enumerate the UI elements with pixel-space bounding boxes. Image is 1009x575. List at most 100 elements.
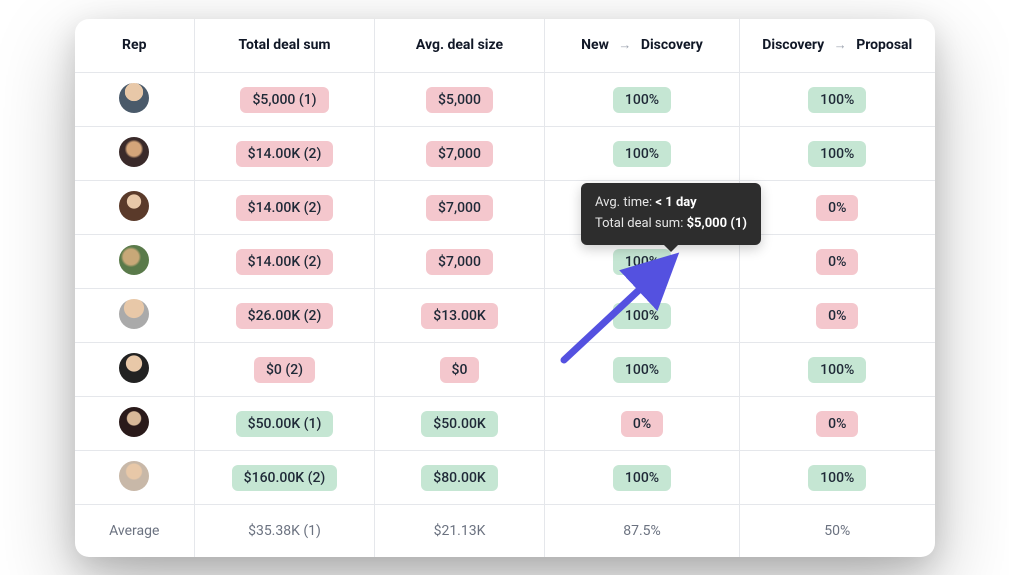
cell-stage2[interactable]: 100% (740, 343, 935, 397)
cell-rep[interactable] (75, 127, 195, 181)
cell-rep[interactable] (75, 397, 195, 451)
cell-stage2[interactable]: 0% (740, 235, 935, 289)
metric-pill[interactable]: 100% (808, 357, 866, 383)
report-table: Rep Total deal sum Avg. deal size New → … (75, 19, 935, 557)
metric-pill[interactable]: $80.00K (421, 465, 498, 491)
metric-pill[interactable]: 0% (816, 411, 858, 437)
table-row: $0 (2) $0 100% 100% (75, 343, 935, 397)
cell-stage2[interactable]: 0% (740, 289, 935, 343)
column-header-stage2[interactable]: Discovery → Proposal (740, 19, 935, 73)
cell-stage2[interactable]: 0% (740, 397, 935, 451)
cell-rep[interactable] (75, 451, 195, 505)
table-row: $14.00K (2) $7,000 100% 0% (75, 235, 935, 289)
cell-total-sum[interactable]: $14.00K (2) (195, 181, 375, 235)
cell-total-sum[interactable]: $26.00K (2) (195, 289, 375, 343)
metric-pill[interactable]: $0 (440, 357, 480, 383)
metric-pill[interactable]: $50.00K (421, 411, 498, 437)
cell-total-sum[interactable]: $14.00K (2) (195, 235, 375, 289)
cell-rep[interactable] (75, 181, 195, 235)
column-header-avg-size[interactable]: Avg. deal size (375, 19, 545, 73)
stage1-from-label: New (581, 37, 609, 53)
metric-pill[interactable]: $7,000 (426, 195, 493, 221)
metric-pill[interactable]: 100% (808, 465, 866, 491)
cell-total-sum[interactable]: $160.00K (2) (195, 451, 375, 505)
cell-rep[interactable] (75, 73, 195, 127)
column-header-rep[interactable]: Rep (75, 19, 195, 73)
cell-avg-size[interactable]: $7,000 (375, 235, 545, 289)
tooltip-avg-time-value: < 1 day (655, 195, 696, 210)
cell-total-sum[interactable]: $14.00K (2) (195, 127, 375, 181)
metric-pill[interactable]: $0 (2) (254, 357, 315, 383)
cell-tooltip: Avg. time: < 1 day Total deal sum: $5,00… (581, 183, 761, 245)
cell-rep[interactable] (75, 343, 195, 397)
cell-avg-size[interactable]: $7,000 (375, 181, 545, 235)
cell-avg-size[interactable]: $0 (375, 343, 545, 397)
table-row: $14.00K (2) $7,000 100% 100% (75, 127, 935, 181)
avatar[interactable] (119, 461, 149, 491)
metric-pill[interactable]: $14.00K (2) (236, 141, 334, 167)
cell-stage1[interactable]: 100% (545, 73, 740, 127)
tooltip-total-sum-label: Total deal sum: (595, 216, 687, 231)
metric-pill[interactable]: 0% (816, 303, 858, 329)
metric-pill[interactable]: $26.00K (2) (236, 303, 334, 329)
footer-label: Average (75, 505, 195, 557)
cell-avg-size[interactable]: $13.00K (375, 289, 545, 343)
cell-total-sum[interactable]: $0 (2) (195, 343, 375, 397)
cell-avg-size[interactable]: $50.00K (375, 397, 545, 451)
metric-pill[interactable]: $14.00K (2) (236, 249, 334, 275)
cell-stage1[interactable]: 100% (545, 289, 740, 343)
metric-pill[interactable]: $5,000 (1) (240, 87, 328, 113)
column-header-stage1[interactable]: New → Discovery (545, 19, 740, 73)
cell-stage1[interactable]: 100% (545, 451, 740, 505)
table-header-row: Rep Total deal sum Avg. deal size New → … (75, 19, 935, 73)
metric-pill[interactable]: 0% (816, 249, 858, 275)
footer-avg-size: $21.13K (375, 505, 545, 557)
report-table-card: Rep Total deal sum Avg. deal size New → … (75, 19, 935, 557)
metric-pill[interactable]: 100% (613, 87, 671, 113)
avatar[interactable] (119, 245, 149, 275)
metric-pill[interactable]: $160.00K (2) (232, 465, 338, 491)
metric-pill[interactable]: 100% (808, 141, 866, 167)
metric-pill[interactable]: 100% (613, 141, 671, 167)
avatar[interactable] (119, 137, 149, 167)
cell-avg-size[interactable]: $5,000 (375, 73, 545, 127)
avatar[interactable] (119, 83, 149, 113)
metric-pill[interactable]: $5,000 (426, 87, 493, 113)
metric-pill[interactable]: $50.00K (1) (236, 411, 334, 437)
cell-stage2[interactable]: 100% (740, 127, 935, 181)
metric-pill[interactable]: $7,000 (426, 249, 493, 275)
cell-avg-size[interactable]: $7,000 (375, 127, 545, 181)
avatar[interactable] (119, 299, 149, 329)
avatar[interactable] (119, 407, 149, 437)
tooltip-line-total-sum: Total deal sum: $5,000 (1) (595, 214, 747, 235)
cell-rep[interactable] (75, 289, 195, 343)
cell-total-sum[interactable]: $5,000 (1) (195, 73, 375, 127)
metric-pill[interactable]: 100% (613, 465, 671, 491)
stage2-to-label: Proposal (856, 37, 912, 53)
cell-stage2[interactable]: 100% (740, 451, 935, 505)
cell-stage1[interactable]: 0% (545, 397, 740, 451)
metric-pill[interactable]: 100% (808, 87, 866, 113)
avatar[interactable] (119, 191, 149, 221)
metric-pill[interactable]: 100% (613, 303, 671, 329)
cell-rep[interactable] (75, 235, 195, 289)
metric-pill[interactable]: 0% (621, 411, 663, 437)
cell-total-sum[interactable]: $50.00K (1) (195, 397, 375, 451)
metric-pill[interactable]: $13.00K (421, 303, 498, 329)
cell-stage1[interactable]: 100% (545, 127, 740, 181)
tooltip-avg-time-label: Avg. time: (595, 195, 655, 210)
table-row: $14.00K (2) $7,000 0% (75, 181, 935, 235)
footer-stage1: 87.5% (545, 505, 740, 557)
metric-pill[interactable]: $7,000 (426, 141, 493, 167)
avatar[interactable] (119, 353, 149, 383)
cell-avg-size[interactable]: $80.00K (375, 451, 545, 505)
column-header-total-sum[interactable]: Total deal sum (195, 19, 375, 73)
cell-stage2[interactable]: 100% (740, 73, 935, 127)
metric-pill[interactable]: $14.00K (2) (236, 195, 334, 221)
metric-pill[interactable]: 0% (816, 195, 858, 221)
cell-stage2[interactable]: 0% (740, 181, 935, 235)
table-row: $5,000 (1) $5,000 100% 100% (75, 73, 935, 127)
metric-pill[interactable]: 100% (613, 249, 671, 275)
cell-stage1[interactable]: 100% (545, 343, 740, 397)
metric-pill[interactable]: 100% (613, 357, 671, 383)
